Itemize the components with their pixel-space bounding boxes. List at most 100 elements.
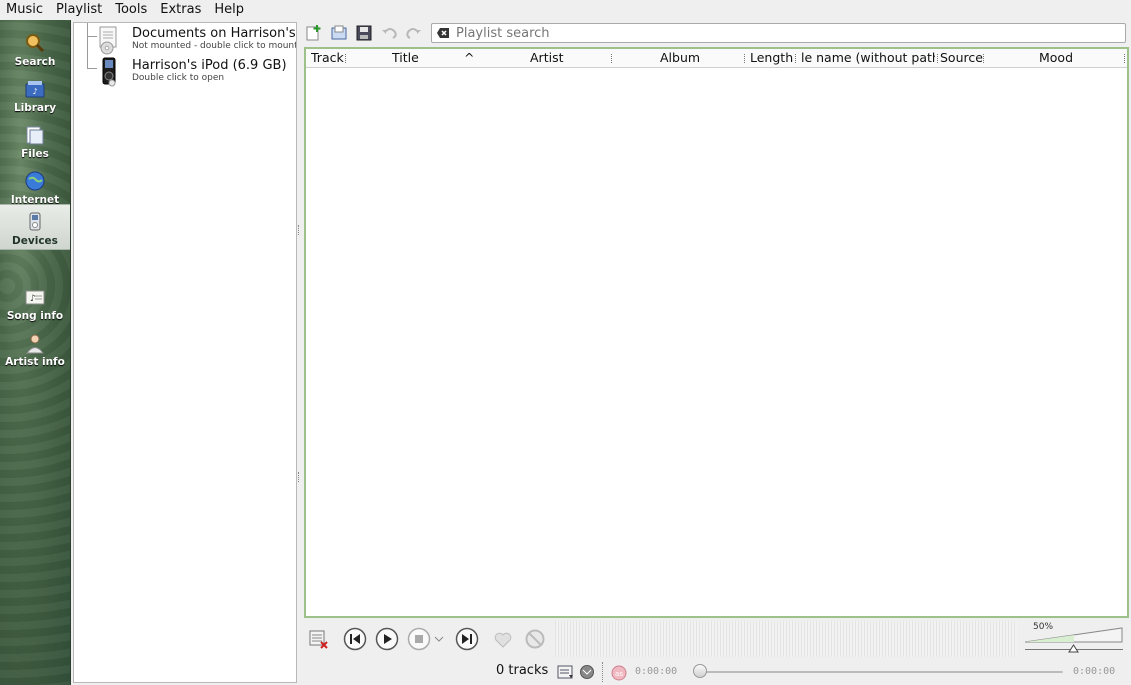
device-name: Documents on Harrison's: [132, 26, 296, 41]
menu-playlist[interactable]: Playlist: [50, 0, 109, 20]
clear-playlist-button[interactable]: [307, 627, 331, 651]
redo-button[interactable]: [403, 22, 425, 44]
tree-branch: [87, 23, 88, 68]
sidebar-item-label: Files: [21, 148, 49, 160]
column-header-length[interactable]: Length: [750, 49, 794, 68]
svg-text:as: as: [615, 670, 623, 678]
column-header-source[interactable]: Source: [940, 49, 984, 68]
device-subtitle: Not mounted - double click to mount: [132, 41, 297, 51]
status-bar: 0 tracks as 0:00:00 0:00:00: [303, 660, 1131, 684]
devices-icon: [29, 212, 41, 231]
new-playlist-icon: [306, 25, 321, 41]
library-icon: ♪: [25, 81, 45, 98]
sidebar-item-search[interactable]: Search: [0, 26, 70, 70]
new-playlist-button[interactable]: [303, 22, 325, 44]
spectrum-analyzer[interactable]: [555, 621, 1017, 657]
column-header-mood[interactable]: Mood: [1039, 49, 1089, 68]
ban-icon: [525, 629, 545, 649]
previous-track-button[interactable]: [343, 627, 367, 651]
sidebar-item-library[interactable]: ♪ Library: [0, 72, 70, 116]
status-separator: [602, 662, 603, 682]
files-icon: [26, 126, 44, 145]
playlist-header: Track Title ^ Artist Album Length le nam…: [306, 49, 1127, 68]
splitter-handle[interactable]: [298, 225, 301, 235]
column-header-track[interactable]: Track: [311, 49, 347, 68]
column-separator[interactable]: [795, 54, 797, 63]
save-icon: [356, 25, 372, 41]
column-separator[interactable]: [937, 54, 939, 63]
menu-tools[interactable]: Tools: [109, 0, 154, 20]
stop-icon: [407, 627, 431, 651]
seek-handle[interactable]: [693, 664, 707, 678]
menu-extras[interactable]: Extras: [154, 0, 208, 20]
column-header-artist[interactable]: Artist: [530, 49, 590, 68]
column-separator[interactable]: [345, 54, 347, 63]
column-header-title[interactable]: Title: [392, 49, 432, 68]
chevron-down-icon: [434, 636, 444, 642]
column-separator[interactable]: [744, 54, 746, 63]
load-playlist-button[interactable]: [328, 22, 350, 44]
svg-text:♪: ♪: [32, 87, 37, 96]
sidebar-item-song-info[interactable]: ♪ Song info: [0, 280, 70, 324]
svg-text:♪: ♪: [30, 294, 36, 304]
sidebar-item-label: Song info: [6, 310, 64, 322]
column-header-album[interactable]: Album: [660, 49, 720, 68]
heart-icon: [494, 632, 512, 648]
ipod-icon: [102, 57, 116, 87]
devices-tree: Documents on Harrison's Not mounted - do…: [73, 22, 297, 683]
sidebar-item-label: Library: [13, 102, 57, 114]
volume-handle[interactable]: [1068, 644, 1079, 653]
ban-button[interactable]: [523, 627, 547, 651]
column-separator[interactable]: [1124, 54, 1126, 63]
playlist-table[interactable]: Track Title ^ Artist Album Length le nam…: [304, 47, 1129, 618]
sidebar-item-devices[interactable]: Devices: [0, 204, 70, 250]
splitter-handle[interactable]: [298, 472, 301, 482]
seek-track[interactable]: [695, 671, 1063, 673]
next-track-button[interactable]: [455, 627, 479, 651]
lastfm-icon[interactable]: as: [611, 665, 627, 681]
song-info-icon: ♪: [25, 290, 45, 305]
previous-icon: [343, 627, 367, 651]
open-folder-icon: [331, 25, 347, 40]
player-controls: 50%: [303, 621, 1131, 657]
clear-search-icon[interactable]: [436, 27, 450, 39]
stop-menu-button[interactable]: [433, 627, 445, 651]
next-icon: [455, 627, 479, 651]
play-icon: [375, 627, 399, 651]
device-subtitle: Double click to open: [132, 73, 225, 83]
sidebar-item-artist-info[interactable]: Artist info: [0, 326, 70, 370]
playlist-toolbar: [303, 21, 1131, 45]
column-header-filename[interactable]: le name (without path: [801, 49, 935, 68]
elapsed-time: 0:00:00: [635, 666, 678, 677]
save-playlist-button[interactable]: [353, 22, 375, 44]
sort-ascending-icon: ^: [464, 50, 475, 65]
sidebar: Search ♪ Library Files Internet Devices: [0, 20, 71, 685]
undo-button[interactable]: [378, 22, 400, 44]
stop-button[interactable]: [407, 627, 431, 651]
artist-info-icon: [26, 334, 44, 354]
device-item-documents[interactable]: Documents on Harrison's Not mounted - do…: [96, 24, 297, 56]
shuffle-icon[interactable]: [579, 664, 597, 680]
sidebar-item-label: Search: [14, 56, 56, 68]
sidebar-item-label: Artist info: [5, 356, 65, 368]
playlist-search-input[interactable]: [456, 25, 1056, 41]
undo-icon: [382, 28, 397, 39]
track-count: 0 tracks: [496, 663, 549, 678]
play-button[interactable]: [375, 627, 399, 651]
volume-slider[interactable]: [1025, 627, 1123, 643]
redo-icon: [406, 28, 421, 39]
clear-playlist-icon: [309, 630, 328, 649]
playlist-mode-icon[interactable]: [557, 664, 575, 680]
love-button[interactable]: [491, 627, 515, 651]
column-separator[interactable]: [611, 54, 613, 63]
column-separator[interactable]: [983, 54, 985, 63]
device-name: Harrison's iPod (6.9 GB): [132, 58, 287, 73]
device-item-ipod[interactable]: Harrison's iPod (6.9 GB) Double click to…: [96, 56, 296, 88]
menu-help[interactable]: Help: [208, 0, 251, 20]
playlist-search: [431, 23, 1126, 43]
menu-music[interactable]: Music: [0, 0, 50, 20]
menu-bar: Music Playlist Tools Extras Help: [0, 0, 1131, 20]
sidebar-item-files[interactable]: Files: [0, 118, 70, 162]
internet-icon: [25, 171, 45, 191]
sidebar-item-internet[interactable]: Internet: [0, 164, 70, 208]
